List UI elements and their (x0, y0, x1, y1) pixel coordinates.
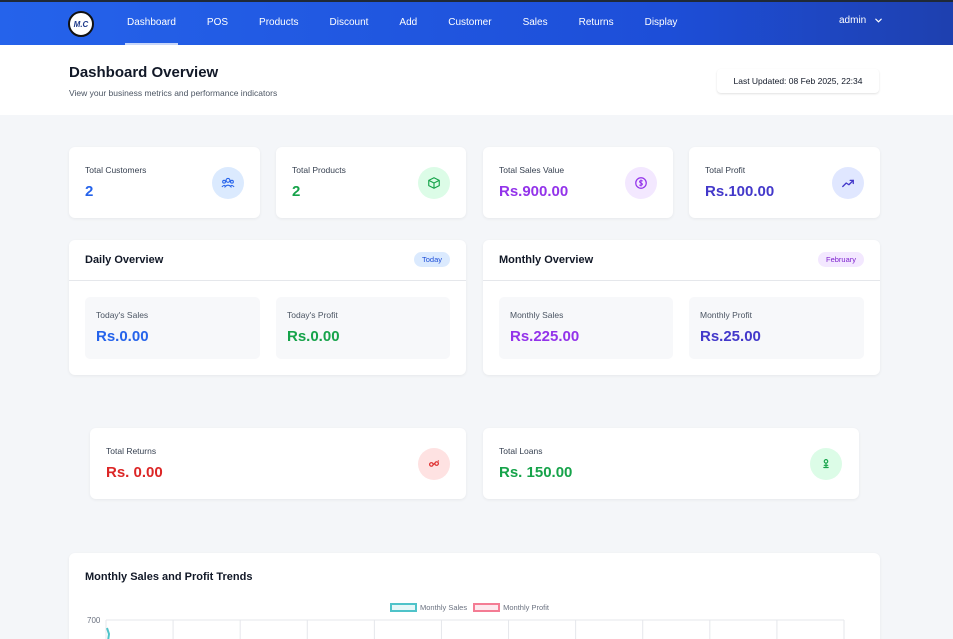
users-icon (212, 167, 244, 199)
daily-overview-panel: Daily Overview Today Today's Sales Rs.0.… (69, 240, 466, 375)
stat-label: Total Profit (705, 165, 746, 175)
subcard-label: Today's Profit (287, 310, 338, 320)
main-nav: Dashboard POS Products Discount Add Cust… (117, 2, 687, 45)
nav-customer[interactable]: Customer (438, 2, 501, 45)
today-sales-card: Today's Sales Rs.0.00 (85, 297, 260, 359)
nav-add[interactable]: Add (389, 2, 427, 45)
page-subtitle: View your business metrics and performan… (69, 88, 278, 98)
link-icon (418, 448, 450, 480)
nav-display[interactable]: Display (635, 2, 688, 45)
chart-plot: 700 (87, 616, 845, 639)
stat-value: 2 (85, 183, 94, 200)
page-header: Dashboard Overview View your business me… (0, 45, 953, 115)
panel-title: Daily Overview (85, 254, 164, 266)
monthly-profit-card: Monthly Profit Rs.25.00 (689, 297, 864, 359)
nav-returns[interactable]: Returns (569, 2, 624, 45)
subcard-label: Monthly Sales (510, 310, 564, 320)
box-icon (418, 167, 450, 199)
stat-value: Rs. 0.00 (106, 464, 163, 481)
loan-icon (810, 448, 842, 480)
page-title: Dashboard Overview (69, 64, 219, 81)
stat-card-returns: Total Returns Rs. 0.00 (90, 428, 466, 499)
trends-chart-card: Monthly Sales and Profit Trends Monthly … (69, 553, 880, 639)
stat-label: Total Loans (499, 446, 543, 456)
brand-logo[interactable]: M.C (68, 11, 94, 37)
monthly-overview-panel: Monthly Overview February Monthly Sales … (483, 240, 880, 375)
subcard-value: Rs.25.00 (700, 328, 761, 345)
stat-label: Total Sales Value (499, 165, 565, 175)
y-tick-label: 700 (87, 616, 101, 625)
stat-card-profit: Total Profit Rs.100.00 (689, 147, 880, 218)
stat-value: Rs. 150.00 (499, 464, 573, 481)
nav-pos[interactable]: POS (197, 2, 238, 45)
stat-value: Rs.100.00 (705, 183, 775, 200)
logo-text: M.C (73, 19, 89, 29)
series-line-sales (106, 627, 111, 639)
stat-card-products: Total Products 2 (276, 147, 466, 218)
today-profit-card: Today's Profit Rs.0.00 (276, 297, 450, 359)
stat-label: Total Customers (85, 165, 147, 175)
stat-card-customers: Total Customers 2 (69, 147, 260, 218)
stat-label: Total Products (292, 165, 346, 175)
nav-discount[interactable]: Discount (320, 2, 379, 45)
stat-card-loans: Total Loans Rs. 150.00 (483, 428, 859, 499)
subcard-value: Rs.225.00 (510, 328, 580, 345)
panel-title: Monthly Overview (499, 254, 594, 266)
username: admin (839, 15, 867, 26)
month-badge: February (817, 252, 864, 267)
stat-label: Total Returns (106, 446, 157, 456)
top-navbar: M.C Dashboard POS Products Discount Add … (0, 0, 953, 45)
divider (69, 280, 466, 281)
nav-sales[interactable]: Sales (513, 2, 558, 45)
stat-value: Rs.900.00 (499, 183, 569, 200)
stat-card-sales-value: Total Sales Value Rs.900.00 (483, 147, 673, 218)
stat-value: 2 (292, 183, 301, 200)
subcard-label: Monthly Profit (700, 310, 752, 320)
subcard-value: Rs.0.00 (96, 328, 149, 345)
today-badge: Today (413, 252, 450, 267)
divider (483, 280, 880, 281)
trending-up-icon (832, 167, 864, 199)
nav-products[interactable]: Products (249, 2, 308, 45)
dollar-icon (625, 167, 657, 199)
chevron-down-icon (875, 18, 883, 23)
chart-gridlines (105, 619, 845, 639)
monthly-sales-card: Monthly Sales Rs.225.00 (499, 297, 673, 359)
user-menu[interactable]: admin (839, 15, 883, 26)
subcard-value: Rs.0.00 (287, 328, 340, 345)
subcard-label: Today's Sales (96, 310, 149, 320)
nav-dashboard[interactable]: Dashboard (117, 2, 186, 45)
last-updated-badge: Last Updated: 08 Feb 2025, 22:34 (717, 69, 879, 93)
